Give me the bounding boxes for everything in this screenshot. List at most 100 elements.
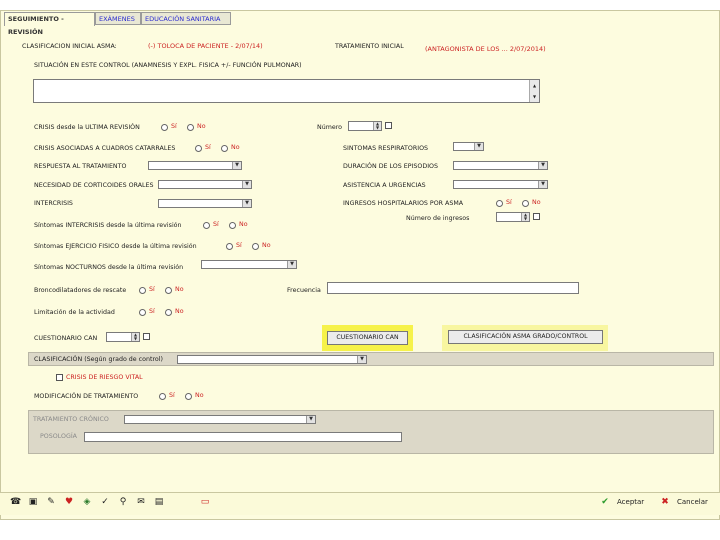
cancel-icon[interactable]: ✖ [660,497,670,507]
ingresos-no-radio[interactable] [522,200,529,207]
stepper-arrows-icon[interactable]: ▲ ▼ [521,213,529,221]
tab-seguimiento[interactable]: SEGUIMIENTO - REVISIÓN [4,12,95,36]
broncodilat-no-radio[interactable] [165,287,172,294]
riesgo-vital-check[interactable] [56,374,63,381]
intercrisis-select[interactable]: ▼ [158,199,252,208]
chevron-down-icon: ▼ [357,356,366,363]
limitacion-si-radio[interactable] [139,309,146,316]
cuestionario-check[interactable] [143,333,150,340]
asistencia-label: ASISTENCIA A URGENCIAS [343,182,426,189]
intercrisis-sintomas-label: Síntomas INTERCRISIS desde la última rev… [34,222,182,229]
clasificacion-label: CLASIFICACION INICIAL ASMA: [22,43,117,50]
bell-icon[interactable]: ☎ [10,497,21,507]
broncodilat-si-radio[interactable] [139,287,146,294]
heart-icon[interactable]: ♥ [64,497,74,507]
ejercicio-label: Síntomas EJERCICIO FISICO desde la últim… [34,243,197,250]
situacion-label: SITUACIÓN EN ESTE CONTROL (ANAMNESIS Y E… [34,62,302,69]
limitacion-si-label: Sí [149,308,155,315]
limitacion-label: Limitación de la actividad [34,309,115,316]
crisis-no-radio[interactable] [187,124,194,131]
aceptar-button[interactable]: Aceptar [617,498,644,506]
crisis-numero-label: Número [317,124,343,131]
necesidad-label: NECESIDAD DE CORTICOIDES ORALES [34,182,154,189]
crisis-numero-check[interactable] [385,122,392,129]
chevron-down-icon: ▼ [242,181,251,188]
tratamiento-value: (ANTAGONISTA DE LOS ... 2/07/2014) [425,45,546,53]
posologia-input[interactable] [84,432,402,442]
sintomas-resp-select[interactable]: ▼ [453,142,484,151]
chevron-down-icon: ▼ [538,181,547,188]
tratamiento-cronico-label: TRATAMIENTO CRÓNICO [33,416,109,423]
modificacion-si-label: Sí [169,392,175,399]
limitacion-no-radio[interactable] [165,309,172,316]
tratamiento-label: TRATAMIENTO INICIAL [335,43,404,50]
nocturnos-select[interactable]: ▼ [201,260,297,269]
shield-icon[interactable]: ◈ [82,497,92,507]
chevron-down-icon: ▼ [306,416,315,423]
ingresos-label: INGRESOS HOSPITALARIOS POR ASMA [343,200,464,207]
riesgo-vital-label: CRISIS DE RIESGO VITAL [66,374,143,381]
respuesta-select[interactable]: ▼ [148,161,242,170]
intercrisis-si-radio[interactable] [203,222,210,229]
intercrisis-no-label: No [239,221,248,228]
crisis-si-radio[interactable] [161,124,168,131]
chevron-down-icon: ▼ [538,162,547,169]
ingresos-si-label: Sí [506,199,512,206]
duracion-select[interactable]: ▼ [453,161,548,170]
asistencia-select[interactable]: ▼ [453,180,548,189]
clasificacion-button[interactable]: CLASIFICACIÓN ASMA GRADO/CONTROL [448,330,603,344]
clasificacion-value: (-) TOLOCA DE PACIENTE - 2/07/14) [148,42,263,50]
clasif-control-label: CLASIFICACIÓN (Según grado de control) [34,356,163,363]
tab-educacion[interactable]: EDUCACIÓN SANITARIA [141,12,231,25]
crisis-si-label: Sí [171,123,177,130]
modificacion-no-label: No [195,392,204,399]
chevron-down-icon: ▼ [232,162,241,169]
ingresos-si-radio[interactable] [496,200,503,207]
tratamiento-cronico-select[interactable]: ▼ [124,415,316,424]
textarea-scrollbar[interactable]: ▲ ▼ [529,80,539,102]
situacion-textarea[interactable]: ▲ ▼ [33,79,540,103]
ejercicio-no-radio[interactable] [252,243,259,250]
chart-icon[interactable]: ▤ [154,497,164,507]
image-icon[interactable]: ▣ [28,497,38,507]
ingresos-no-label: No [532,199,541,206]
cancelar-button[interactable]: Cancelar [677,498,708,506]
link-icon[interactable]: ⚲ [118,497,128,507]
frecuencia-label: Frecuencia [287,287,321,294]
chevron-down-icon: ▼ [287,261,296,268]
catarrales-no-radio[interactable] [221,145,228,152]
cuestionario-label: CUESTIONARIO CAN [34,335,98,342]
posologia-label: POSOLOGÍA [40,433,77,440]
check-icon[interactable]: ✓ [100,497,110,507]
cuestionario-stepper[interactable]: ▲ ▼ [106,332,140,342]
stepper-arrows-icon[interactable]: ▲ ▼ [373,122,381,130]
modificacion-no-radio[interactable] [185,393,192,400]
clasif-control-select[interactable]: ▼ [177,355,367,364]
modificacion-si-radio[interactable] [159,393,166,400]
intercrisis-no-radio[interactable] [229,222,236,229]
ingresos-numero-check[interactable] [533,213,540,220]
catarrales-no-label: No [231,144,240,151]
chevron-down-icon: ▼ [242,200,251,207]
intercrisis-label: INTERCRISIS [34,200,73,207]
respuesta-label: RESPUESTA AL TRATAMIENTO [34,163,127,170]
accept-icon[interactable]: ✔ [600,497,610,507]
cuestionario-button[interactable]: CUESTIONARIO CAN [327,331,408,345]
catarrales-si-label: Sí [205,144,211,151]
catarrales-si-radio[interactable] [195,145,202,152]
crisis-numero-stepper[interactable]: ▲ ▼ [348,121,382,131]
note-icon[interactable]: ✉ [136,497,146,507]
modificacion-label: MODIFICACIÓN DE TRATAMIENTO [34,393,139,400]
crisis-no-label: No [197,123,206,130]
ingresos-numero-stepper[interactable]: ▲ ▼ [496,212,530,222]
duracion-label: DURACIÓN DE LOS EPISODIOS [343,163,439,170]
pencil-icon[interactable]: ✎ [46,497,56,507]
crisis-label: CRISIS desde la ULTIMA REVISIÓN [34,124,140,131]
tab-examenes[interactable]: EXÁMENES [95,12,141,25]
necesidad-select[interactable]: ▼ [158,180,252,189]
stepper-arrows-icon[interactable]: ▲ ▼ [131,333,139,341]
frecuencia-input[interactable] [327,282,579,294]
broncodilat-label: Broncodilatadores de rescate [34,287,127,294]
ejercicio-si-radio[interactable] [226,243,233,250]
id-card-icon[interactable]: ▭ [200,497,210,507]
